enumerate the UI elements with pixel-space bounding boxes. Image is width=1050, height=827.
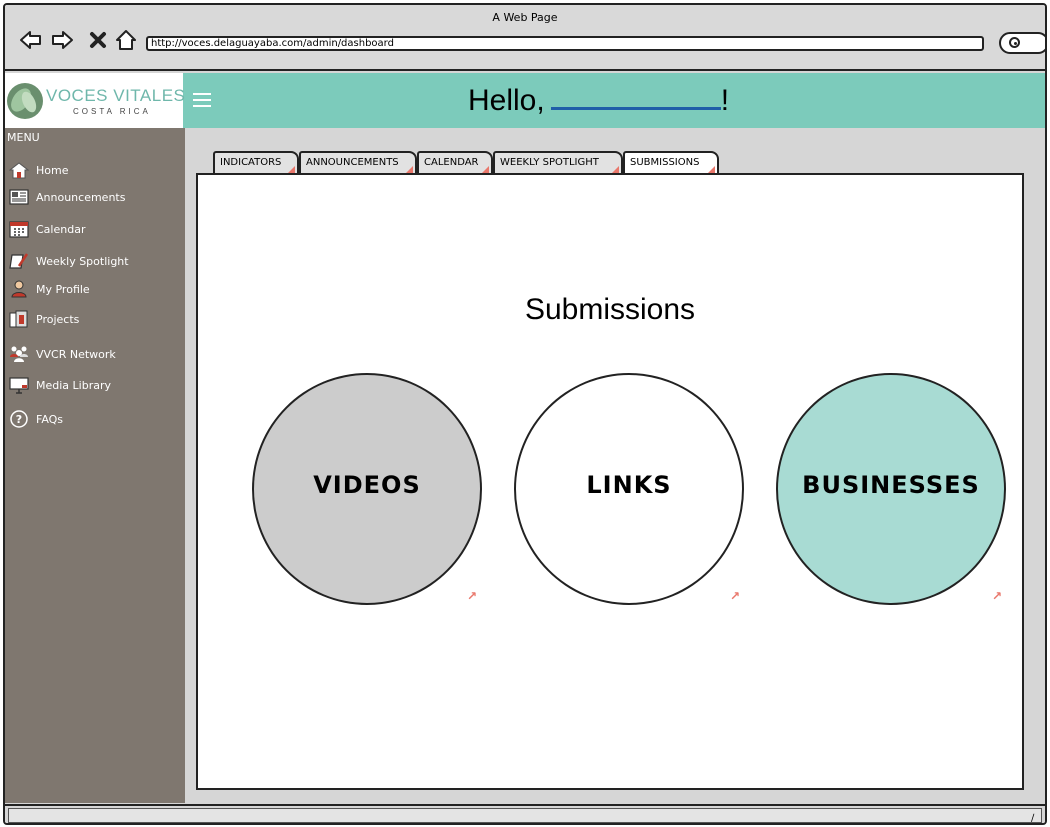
user-name-placeholder	[550, 84, 721, 110]
sidebar-item-projects[interactable]: Projects	[5, 308, 185, 332]
folder-icon	[9, 310, 29, 328]
resize-grip-icon[interactable]: ∕	[1031, 814, 1041, 824]
status-field	[8, 808, 1042, 823]
tab-calendar[interactable]: CALENDAR	[417, 151, 493, 174]
tab-weekly-spotlight[interactable]: WEEKLY SPOTLIGHT	[493, 151, 623, 174]
sidebar-item-weekly-spotlight[interactable]: Weekly Spotlight	[5, 250, 185, 274]
sidebar-item-calendar[interactable]: Calendar	[5, 218, 185, 242]
page-title: Submissions	[524, 293, 696, 326]
sidebar: MENU Home Announcements Calendar Weekly …	[5, 128, 185, 803]
monitor-icon	[9, 376, 29, 394]
videos-label: VIDEOS	[313, 471, 421, 499]
logo[interactable]: VOCES VITALES COSTA RICA	[5, 73, 186, 128]
sidebar-item-label: Media Library	[36, 379, 111, 392]
tab-label: WEEKLY SPOTLIGHT	[500, 157, 599, 168]
svg-text:?: ?	[16, 413, 22, 426]
tab-label: CALENDAR	[424, 157, 479, 168]
tab-submissions[interactable]: SUBMISSIONS	[623, 151, 719, 174]
logo-subtitle: COSTA RICA	[73, 107, 151, 116]
leaf-logo-icon	[7, 83, 43, 119]
links-label: LINKS	[586, 471, 672, 499]
businesses-button[interactable]: BUSINESSES	[776, 373, 1006, 605]
tab-label: ANNOUNCEMENTS	[306, 157, 399, 168]
businesses-label: BUSINESSES	[802, 471, 980, 499]
stop-icon[interactable]	[89, 29, 107, 55]
external-link-icon[interactable]: ↗	[992, 590, 1002, 602]
sidebar-item-label: Home	[36, 164, 69, 177]
tab-label: INDICATORS	[220, 157, 282, 168]
sidebar-item-label: Projects	[36, 313, 80, 326]
sidebar-item-label: My Profile	[36, 283, 90, 296]
search-icon	[1009, 37, 1020, 48]
app-header: VOCES VITALES COSTA RICA Hello,!	[5, 73, 1045, 128]
external-link-icon[interactable]: ↗	[730, 590, 740, 602]
sidebar-item-media-library[interactable]: Media Library	[5, 374, 185, 398]
browser-search-button[interactable]	[999, 32, 1045, 54]
status-bar: ∕	[5, 804, 1045, 824]
tab-label: SUBMISSIONS	[630, 157, 700, 168]
browser-toolbar: A Web Page http://voces.delaguayaba.com/…	[5, 5, 1045, 71]
greeting: Hello,!	[468, 84, 729, 118]
home-icon[interactable]	[115, 29, 137, 55]
logo-title: VOCES VITALES	[46, 86, 186, 105]
browser-window: A Web Page http://voces.delaguayaba.com/…	[3, 3, 1047, 825]
hamburger-menu-icon[interactable]	[193, 93, 211, 107]
greeting-suffix: !	[720, 84, 730, 117]
people-network-icon	[9, 345, 29, 363]
greeting-text: Hello,	[468, 84, 545, 117]
sidebar-item-vvcr-network[interactable]: VVCR Network	[5, 343, 185, 367]
window-title: A Web Page	[492, 11, 558, 24]
sidebar-item-faqs[interactable]: ? FAQs	[5, 408, 185, 432]
sidebar-item-label: Announcements	[36, 191, 126, 204]
external-link-icon[interactable]: ↗	[467, 590, 477, 602]
sidebar-item-announcements[interactable]: Announcements	[5, 186, 185, 210]
calendar-icon	[9, 220, 29, 238]
sidebar-item-my-profile[interactable]: My Profile	[5, 278, 185, 302]
links-button[interactable]: LINKS	[514, 373, 744, 605]
forward-arrow-icon[interactable]	[50, 29, 74, 55]
notebook-pen-icon	[9, 252, 29, 270]
sidebar-item-label: FAQs	[36, 413, 64, 426]
question-icon: ?	[9, 410, 29, 428]
videos-button[interactable]: VIDEOS	[252, 373, 482, 605]
tab-indicators[interactable]: INDICATORS	[213, 151, 299, 174]
tab-announcements[interactable]: ANNOUNCEMENTS	[299, 151, 417, 174]
menu-label: MENU	[7, 131, 40, 144]
url-input[interactable]: http://voces.delaguayaba.com/admin/dashb…	[146, 36, 984, 51]
person-icon	[9, 280, 29, 298]
newspaper-icon	[9, 188, 29, 206]
sidebar-item-home[interactable]: Home	[5, 159, 185, 183]
back-arrow-icon[interactable]	[19, 29, 43, 55]
submissions-panel: Submissions VIDEOS ↗ LINKS ↗ BUSINESSES …	[196, 173, 1024, 790]
sidebar-item-label: VVCR Network	[36, 348, 116, 361]
sidebar-item-label: Weekly Spotlight	[36, 255, 129, 268]
sidebar-item-label: Calendar	[36, 223, 86, 236]
house-icon	[8, 161, 30, 179]
